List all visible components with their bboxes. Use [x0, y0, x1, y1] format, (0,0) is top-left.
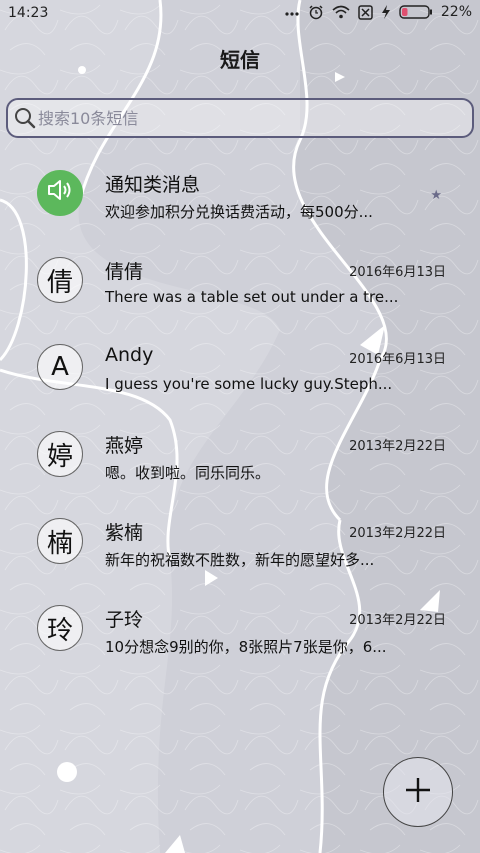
battery-icon — [399, 4, 433, 20]
message-sender: 倩倩 — [105, 261, 144, 283]
message-preview: 10分想念9别的你，8张照片7张是你，6... — [105, 638, 387, 656]
message-preview: I guess you're some lucky guy.Steph... — [105, 375, 393, 393]
message-sender: 燕婷 — [105, 435, 144, 457]
new-message-button[interactable] — [383, 757, 453, 827]
search-input[interactable] — [38, 104, 468, 132]
page-title: 短信 — [220, 48, 260, 72]
star-icon: ★ — [430, 188, 442, 203]
charging-icon — [381, 4, 391, 20]
message-preview: 嗯。收到啦。同乐同乐。 — [105, 464, 271, 482]
search-bar[interactable] — [6, 98, 474, 138]
status-icons: 22% — [284, 4, 472, 20]
message-date: 2016年6月13日 — [349, 265, 446, 280]
message-sender: Andy — [105, 344, 154, 366]
more-dots-icon — [284, 4, 300, 20]
avatar: 楠 — [37, 518, 83, 564]
message-preview: 欢迎参加积分兑换话费活动，每500分... — [105, 203, 373, 221]
status-bar: 14:23 22% — [0, 0, 480, 28]
avatar: 婷 — [37, 431, 83, 477]
avatar: A — [37, 344, 83, 390]
message-item[interactable]: 倩 倩倩 2016年6月13日 There was a table set ou… — [0, 247, 480, 334]
message-item[interactable]: 楠 紫楠 2013年2月22日 新年的祝福数不胜数，新年的愿望好多... — [0, 508, 480, 595]
message-sender: 子玲 — [105, 609, 144, 631]
speaker-icon — [46, 178, 74, 209]
message-sender: 紫楠 — [105, 522, 144, 544]
message-date: 2013年2月22日 — [349, 613, 446, 628]
battery-percent: 22% — [440, 4, 472, 20]
message-item[interactable]: A Andy 2016年6月13日 I guess you're some lu… — [0, 334, 480, 421]
avatar — [37, 170, 83, 216]
status-time: 14:23 — [8, 5, 49, 21]
message-item-notifications[interactable]: 通知类消息 ★ 欢迎参加积分兑换话费活动，每500分... — [0, 160, 480, 247]
avatar: 玲 — [37, 605, 83, 651]
message-list: 通知类消息 ★ 欢迎参加积分兑换话费活动，每500分... 倩 倩倩 2016年… — [0, 160, 480, 682]
message-date: 2013年2月22日 — [349, 439, 446, 454]
message-preview: 新年的祝福数不胜数，新年的愿望好多... — [105, 551, 375, 569]
alarm-icon — [308, 4, 324, 20]
plus-icon — [405, 777, 431, 807]
sim-icon — [358, 4, 373, 20]
message-item[interactable]: 玲 子玲 2013年2月22日 10分想念9别的你，8张照片7张是你，6... — [0, 595, 480, 682]
search-icon — [14, 107, 36, 133]
message-item[interactable]: 婷 燕婷 2013年2月22日 嗯。收到啦。同乐同乐。 — [0, 421, 480, 508]
avatar: 倩 — [37, 257, 83, 303]
message-preview: There was a table set out under a tre... — [105, 288, 399, 306]
message-date: 2013年2月22日 — [349, 526, 446, 541]
message-date: 2016年6月13日 — [349, 352, 446, 367]
wifi-icon — [332, 5, 350, 19]
message-sender: 通知类消息 — [105, 174, 201, 196]
